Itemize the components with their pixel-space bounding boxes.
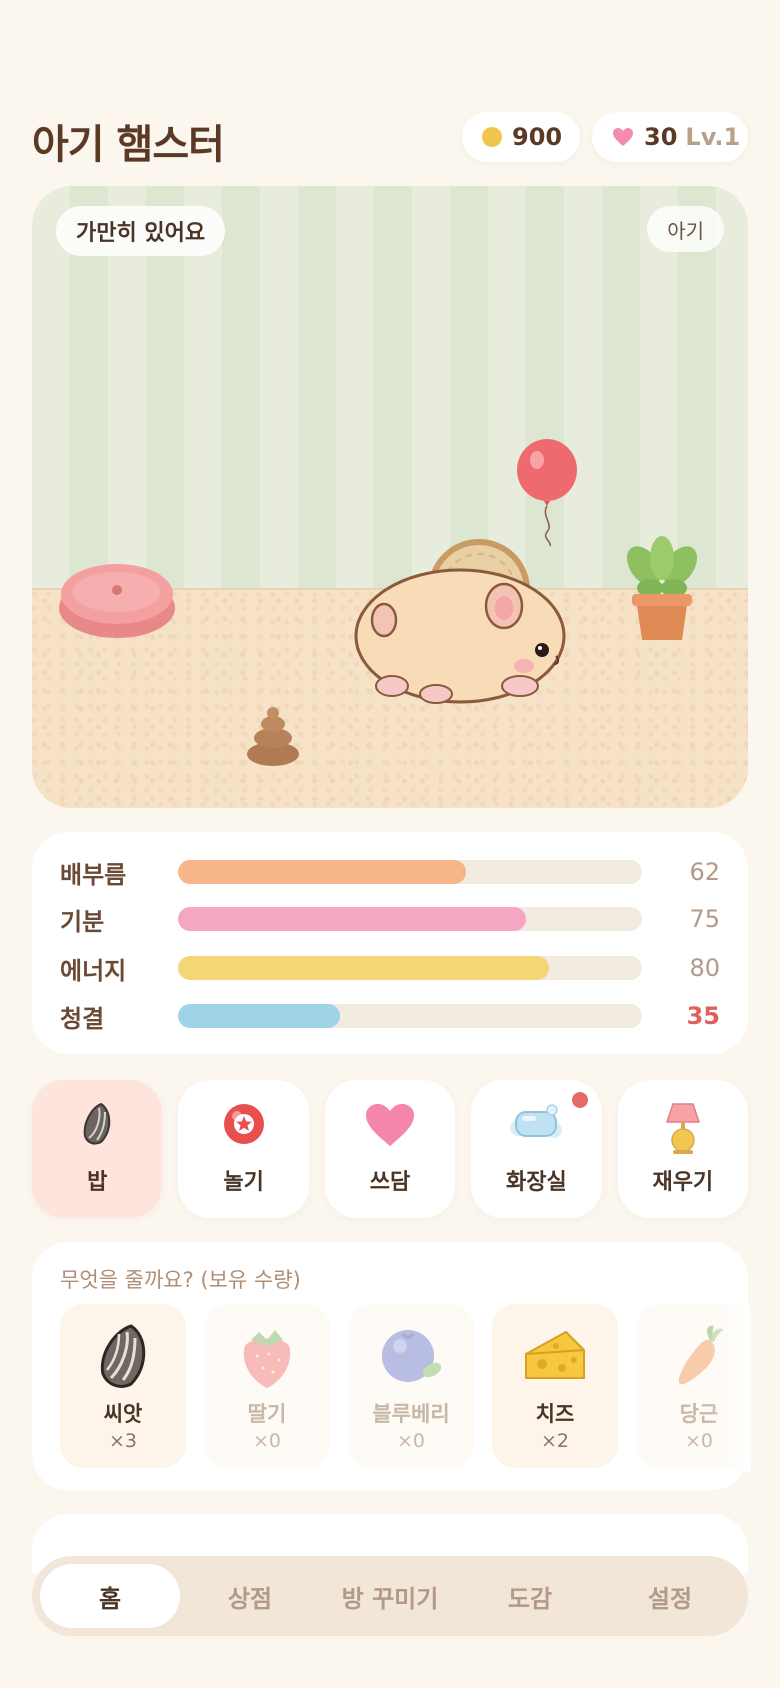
action-label: 놀기	[223, 1170, 264, 1195]
scroll-fade	[710, 1304, 750, 1472]
stat-label: 에너지	[60, 956, 127, 985]
food-count: ×2	[540, 1430, 569, 1452]
stat-bar	[178, 1004, 642, 1028]
food-item-cheese[interactable]: 치즈 ×2	[492, 1304, 618, 1468]
tab-shop[interactable]: 상점	[180, 1564, 320, 1628]
potted-plant-icon[interactable]	[622, 536, 702, 646]
stats-panel: 배부름 62 기분 75 에너지 80 청결 35	[32, 832, 748, 1054]
level-badge: Lv.1	[685, 123, 741, 151]
stat-label: 청결	[60, 1004, 105, 1033]
heart-icon	[366, 1104, 415, 1146]
stat-row-fullness: 배부름 62	[60, 857, 720, 889]
stat-row-cleanliness: 청결 35	[60, 1001, 720, 1033]
action-label: 재우기	[652, 1170, 714, 1195]
pet-button[interactable]: 쓰담	[324, 1080, 456, 1218]
food-name: 블루베리	[372, 1402, 450, 1426]
heart-counter: 30 Lv.1	[592, 112, 748, 162]
food-item-strawberry[interactable]: 딸기 ×0	[204, 1304, 330, 1468]
hamster-room[interactable]: 가만히 있어요 아기	[32, 186, 748, 808]
cushion-icon[interactable]	[56, 556, 178, 640]
food-name: 딸기	[247, 1402, 287, 1426]
food-count: ×0	[396, 1430, 425, 1452]
heart-icon	[613, 128, 633, 146]
tab-collection[interactable]: 도감	[460, 1564, 600, 1628]
tab-decorate[interactable]: 방 꾸미기	[320, 1564, 460, 1628]
stat-row-mood: 기분 75	[60, 904, 720, 936]
stat-value: 62	[689, 858, 720, 886]
bathroom-button[interactable]: 화장실	[471, 1080, 602, 1218]
food-count: ×0	[252, 1430, 281, 1452]
sleep-button[interactable]: 재우기	[617, 1080, 749, 1218]
strawberry-icon	[243, 1330, 291, 1388]
food-name: 치즈	[535, 1402, 575, 1426]
balloon-icon[interactable]	[514, 438, 580, 548]
coin-icon	[482, 127, 502, 147]
food-item-blueberry[interactable]: 블루베리 ×0	[348, 1304, 474, 1468]
stat-bar	[178, 860, 642, 884]
stat-label: 배부름	[60, 860, 127, 889]
stat-row-energy: 에너지 80	[60, 953, 720, 985]
stat-value: 35	[686, 1002, 720, 1030]
bottom-tab-bar: 홈 상점 방 꾸미기 도감 설정	[32, 1556, 748, 1636]
stat-bar	[178, 956, 642, 980]
food-list[interactable]: 씨앗 ×3 딸기 ×0 블루베리 ×0 치즈 ×2 당근 ×0	[60, 1304, 750, 1472]
stat-fill	[178, 956, 550, 980]
stat-bar	[178, 907, 642, 931]
food-panel: 무엇을 줄까요? (보유 수량) 씨앗 ×3 딸기 ×0 블루베리 ×0 치즈 …	[32, 1242, 750, 1490]
play-button[interactable]: 놀기	[178, 1080, 309, 1218]
seed-icon	[100, 1324, 146, 1388]
action-label: 쓰담	[369, 1170, 411, 1195]
stat-fill	[178, 1004, 341, 1028]
sunflower-seed-icon	[83, 1102, 111, 1145]
heart-value: 30	[644, 123, 678, 151]
blueberry-icon	[382, 1330, 442, 1382]
star-ball-icon	[223, 1104, 264, 1144]
feed-button[interactable]: 밥	[32, 1080, 163, 1218]
tab-home[interactable]: 홈	[40, 1564, 180, 1628]
stat-label: 기분	[60, 907, 105, 936]
poop-icon[interactable]	[246, 704, 300, 766]
stat-fill	[178, 860, 466, 884]
action-buttons: 밥 놀기 쓰담 화장실 재우기	[32, 1080, 749, 1218]
soap-icon	[510, 1104, 563, 1138]
cheese-icon	[525, 1330, 585, 1379]
coin-counter: 900	[462, 112, 580, 162]
stat-value: 80	[689, 954, 720, 982]
action-label: 화장실	[506, 1170, 567, 1195]
food-item-seed[interactable]: 씨앗 ×3	[60, 1304, 186, 1468]
action-label: 밥	[87, 1170, 108, 1195]
food-count: ×0	[684, 1430, 713, 1452]
notification-dot	[571, 1092, 588, 1108]
tab-settings[interactable]: 설정	[600, 1564, 740, 1628]
coin-value: 900	[512, 123, 563, 151]
page-title: 아기 햄스터	[32, 122, 225, 168]
stat-fill	[178, 907, 526, 931]
food-count: ×3	[108, 1430, 137, 1452]
stat-value: 75	[689, 905, 720, 933]
food-prompt: 무엇을 줄까요? (보유 수량)	[60, 1268, 301, 1292]
growth-stage-badge: 아기	[647, 206, 724, 252]
food-name: 씨앗	[103, 1402, 143, 1426]
hamster-character[interactable]	[344, 536, 584, 716]
lamp-icon	[665, 1103, 700, 1154]
hamster-status: 가만히 있어요	[56, 206, 226, 256]
